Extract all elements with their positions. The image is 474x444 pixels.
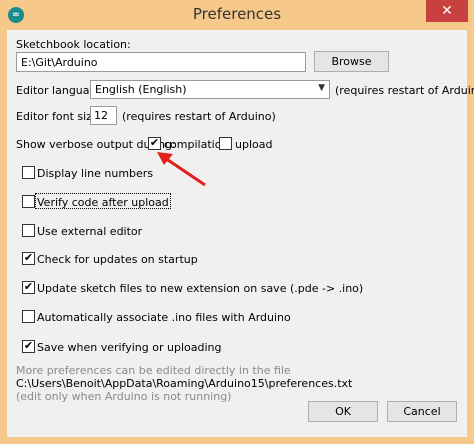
associate-ino-label: Automatically associate .ino files with … [37,311,291,324]
browse-button[interactable]: Browse [314,51,389,72]
editor-font-size-input[interactable] [90,106,117,125]
save-when-verifying-checkbox[interactable]: ✔ [22,340,35,353]
check-updates-label: Check for updates on startup [37,253,198,266]
title-bar[interactable]: ∞ Preferences ✕ [0,0,474,30]
check-updates-checkbox[interactable]: ✔ [22,252,35,265]
verify-code-checkbox[interactable] [22,195,35,208]
verbose-upload-checkbox[interactable] [219,137,232,150]
preferences-window: ∞ Preferences ✕ Sketchbook location: Bro… [0,0,474,444]
ok-button[interactable]: OK [308,401,378,422]
preferences-file-path: C:\Users\Benoit\AppData\Roaming\Arduino1… [16,377,353,390]
window-title: Preferences [192,5,282,23]
preferences-panel: Sketchbook location: Browse Editor langu… [7,30,474,437]
editor-language-select[interactable]: English (English) ▼ [90,80,330,99]
associate-ino-checkbox[interactable] [22,310,35,323]
check-icon: ✔ [23,251,34,264]
dropdown-arrow-icon: ▼ [318,83,325,93]
editor-font-size-note: (requires restart of Arduino) [122,110,276,123]
verbose-upload-label: upload [235,138,273,151]
display-line-numbers-label: Display line numbers [37,167,154,180]
save-when-verifying-label: Save when verifying or uploading [37,341,222,354]
use-external-editor-checkbox[interactable] [22,224,35,237]
editor-language-note: (requires restart of Arduino) [335,84,474,97]
check-icon: ✔ [23,280,34,293]
check-icon: ✔ [23,339,34,352]
close-button[interactable]: ✕ [426,0,468,22]
sketchbook-location-label: Sketchbook location: [16,38,131,51]
sketchbook-location-input[interactable] [16,52,306,72]
red-arrow-annotation [157,152,206,187]
update-extension-checkbox[interactable]: ✔ [22,281,35,294]
editor-language-value: English (English) [95,83,187,96]
edit-note: (edit only when Arduino is not running) [16,390,232,403]
verify-code-label: Verify code after upload [37,196,169,209]
more-preferences-text: More preferences can be edited directly … [16,364,291,377]
cancel-button[interactable]: Cancel [387,401,457,422]
display-line-numbers-checkbox[interactable] [22,166,35,179]
use-external-editor-label: Use external editor [37,225,143,238]
update-extension-label: Update sketch files to new extension on … [37,282,364,295]
